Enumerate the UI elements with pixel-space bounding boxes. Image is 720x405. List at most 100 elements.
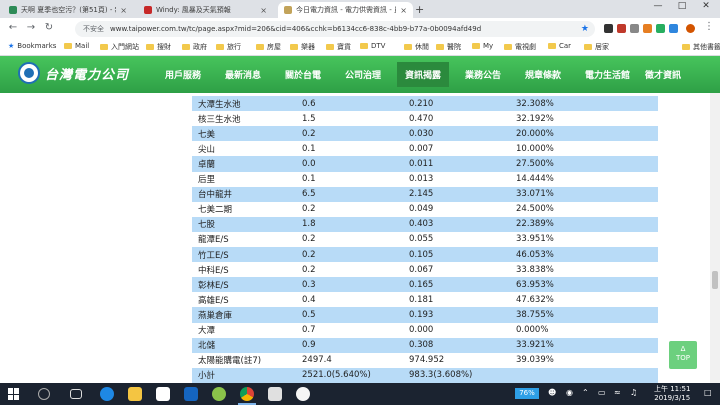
table-row: 竹工E/S 0.2 0.105 46.053%	[192, 247, 658, 263]
main-nav-item[interactable]: 電力生活館	[585, 68, 630, 81]
site-header: 台灣電力公司 用戶服務 最新消息 關於台電 公司治理 資訊揭露 業務公告 規章條款 電力生活館…	[0, 56, 720, 93]
bookmark-item[interactable]: 樂器	[290, 42, 315, 52]
table-row: 台中龍井 6.5 2.145 33.071%	[192, 186, 658, 202]
menu-icon[interactable]: ⋮	[702, 21, 716, 32]
table-row: 七美 0.2 0.030 20.000%	[192, 126, 658, 142]
back-to-top-button[interactable]: Δ TOP	[669, 341, 697, 369]
app-icon[interactable]	[212, 387, 226, 401]
close-tab-icon[interactable]: ×	[396, 6, 407, 15]
bookmark-item[interactable]: 旅行	[216, 42, 241, 52]
chrome-icon[interactable]	[240, 387, 254, 401]
main-nav-item[interactable]: 用戶服務	[165, 68, 201, 81]
bookmark-item[interactable]: 居家	[584, 42, 609, 52]
capacity-cell: 0.0	[296, 156, 403, 172]
extension-icon[interactable]	[604, 24, 613, 33]
extension-icon[interactable]	[630, 24, 639, 33]
close-window-icon[interactable]: ✕	[696, 1, 716, 11]
ratio-cell: 63.953%	[510, 277, 658, 293]
scrollbar-thumb[interactable]	[712, 271, 718, 289]
main-nav-item[interactable]: 公司治理	[345, 68, 381, 81]
folder-icon	[436, 44, 444, 50]
file-explorer-icon[interactable]	[128, 387, 142, 401]
bookmark-item[interactable]: 醫院	[436, 42, 461, 52]
bookmark-item[interactable]: Car	[548, 42, 571, 50]
bookmark-item[interactable]: 電視劇	[504, 42, 536, 52]
browser-tab[interactable]: Windy: 風暴及天氣預報 ×	[138, 2, 273, 18]
bookmark-item[interactable]: Mail	[64, 42, 89, 50]
close-tab-icon[interactable]: ×	[116, 6, 127, 15]
unit-name-cell: 北儲	[192, 337, 296, 353]
chevron-up-icon[interactable]: ⌃	[582, 388, 589, 397]
bookmark-item[interactable]: ★ Bookmarks	[8, 42, 56, 50]
people-icon[interactable]: ☻	[548, 388, 556, 397]
page-scrollbar[interactable]	[710, 93, 720, 383]
new-tab-button[interactable]: +	[415, 3, 424, 16]
task-view-icon[interactable]	[70, 389, 82, 399]
bookmark-item[interactable]: 房屋	[256, 42, 281, 52]
extension-icon[interactable]	[669, 24, 678, 33]
folder-icon	[146, 44, 154, 50]
mail-icon[interactable]	[184, 387, 198, 401]
edge-icon[interactable]	[100, 387, 114, 401]
back-icon[interactable]: ←	[6, 22, 20, 33]
main-nav-item[interactable]: 資訊揭露	[397, 62, 450, 87]
main-nav-item[interactable]: 徵才資訊	[645, 68, 681, 81]
main-nav-item[interactable]: 關於台電	[285, 68, 321, 81]
power-icon[interactable]: ▭	[598, 388, 606, 397]
url-input[interactable]: 不安全 www.taipower.com.tw/tc/page.aspx?mid…	[75, 21, 595, 37]
network-icon[interactable]: ◉	[566, 388, 573, 397]
battery-indicator[interactable]: 76%	[515, 388, 539, 399]
unit-name-cell: 核三生水池	[192, 111, 296, 127]
extension-icon[interactable]	[643, 24, 652, 33]
unit-name-cell: 七美二期	[192, 201, 296, 217]
extension-icon[interactable]	[656, 24, 665, 33]
unit-name-cell: 后里	[192, 171, 296, 187]
main-nav-item[interactable]: 規章條款	[525, 68, 561, 81]
table-row: 后里 0.1 0.013 14.444%	[192, 171, 658, 187]
start-button[interactable]	[8, 388, 20, 400]
ratio-cell: 38.755%	[510, 307, 658, 323]
minimize-icon[interactable]: —	[648, 1, 668, 11]
bookmark-item[interactable]: 其他書籤	[682, 42, 720, 52]
forward-icon[interactable]: →	[24, 22, 38, 33]
app-icon[interactable]	[296, 387, 310, 401]
store-icon[interactable]	[156, 387, 170, 401]
table-row: 大潭生水池 0.6 0.210 32.308%	[192, 96, 658, 112]
search-icon[interactable]	[38, 388, 50, 400]
main-nav-item[interactable]: 業務公告	[465, 68, 501, 81]
reload-icon[interactable]: ↻	[42, 22, 56, 33]
bookmark-item[interactable]: 休閒	[404, 42, 429, 52]
wifi-icon[interactable]: ≈	[614, 388, 621, 397]
extension-icon[interactable]	[617, 24, 626, 33]
bookmark-item[interactable]: 入門網站	[100, 42, 139, 52]
profile-avatar[interactable]	[686, 24, 695, 33]
unit-name-cell: 太陽能購電(註7)	[192, 352, 296, 368]
notification-icon[interactable]: □	[704, 388, 712, 397]
bookmark-item[interactable]: 搜財	[146, 42, 171, 52]
browser-tab[interactable]: 天啊 夏季也空污？(第51頁) - 新…×	[3, 2, 133, 18]
taipower-logo[interactable]: 台灣電力公司	[18, 62, 129, 84]
bookmark-item[interactable]: DTV	[360, 42, 385, 50]
address-bar-row: ← → ↻ 不安全 www.taipower.com.tw/tc/page.as…	[0, 18, 720, 40]
capacity-cell: 1.8	[296, 216, 403, 232]
bookmark-item[interactable]: My	[472, 42, 493, 50]
main-nav-item[interactable]: 最新消息	[225, 68, 261, 81]
volume-icon[interactable]: ♫	[630, 388, 637, 397]
capacity-cell: 6.5	[296, 186, 403, 202]
folder-icon	[64, 43, 72, 49]
clock-date: 2019/3/15	[654, 394, 691, 402]
media-icon[interactable]	[268, 387, 282, 401]
generation-cell: 0.055	[403, 231, 510, 248]
browser-tab[interactable]: 今日電力資訊 - 電力供需資訊 - 員…×	[278, 2, 413, 18]
bookmark-label: 房屋	[267, 43, 281, 51]
bookmark-item[interactable]: 政府	[182, 42, 207, 52]
bookmark-item[interactable]: 寶貨	[326, 42, 351, 52]
system-clock[interactable]: 上午 11:51 2019/3/15	[654, 385, 690, 403]
close-tab-icon[interactable]: ×	[256, 6, 267, 15]
maximize-icon[interactable]: □	[672, 1, 692, 11]
generation-cell: 0.403	[403, 216, 510, 232]
table-row: 卓蘭 0.0 0.011 27.500%	[192, 156, 658, 172]
bookmark-star-icon[interactable]: ★	[581, 24, 589, 34]
bookmark-label: 醫院	[447, 43, 461, 51]
unit-name-cell: 卓蘭	[192, 156, 296, 172]
